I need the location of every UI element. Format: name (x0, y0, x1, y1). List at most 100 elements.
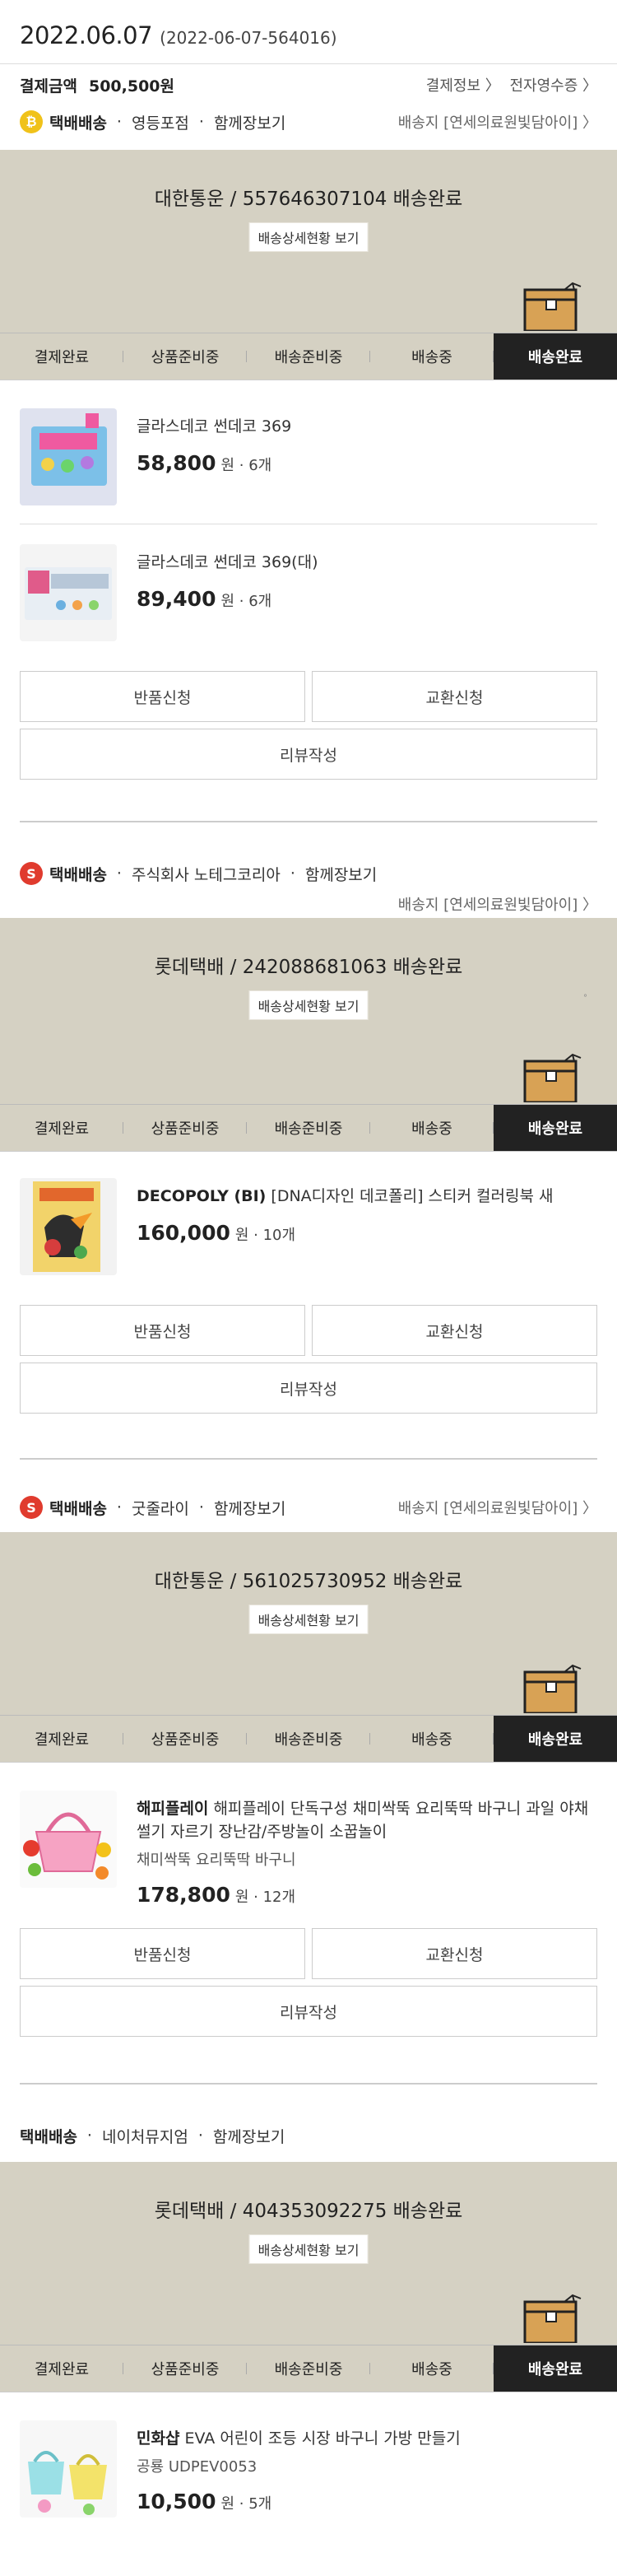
parcel-box-icon (523, 1053, 582, 1102)
step-paid: 결제완료 (0, 333, 123, 380)
product-thumbnail[interactable] (20, 544, 117, 641)
product-price: 58,800 (137, 451, 216, 475)
shipment-group: ₿ 택배배송 · 영등포점 · 함께장보기 배송지 [연세의료원빛담아이] 〉 … (0, 105, 617, 822)
order-header: 2022.06.07 (2022-06-07-564016) (0, 0, 617, 64)
product-quantity: 10개 (262, 1227, 296, 1244)
product-name[interactable]: 글라스데코 썬데코 369 (137, 415, 597, 438)
delivery-address-link[interactable]: 배송지 [연세의료원빛담아이] 〉 (398, 1497, 597, 1518)
shipping-type: 택배배송 (20, 2127, 77, 2146)
exchange-button[interactable]: 교환신청 (312, 1928, 597, 1979)
payment-row: 결제금액 500,500원 결제정보 〉 전자영수증 〉 (0, 64, 617, 105)
status-mark: ° (583, 994, 587, 1003)
product-name-row[interactable]: 민화샵 EVA 어린이 조등 시장 바구니 가방 만들기 (137, 2427, 597, 2450)
product-item[interactable]: 해피플레이 해피플레이 단독구성 채미싹뚝 요리뚝딱 바구니 과일 야채 썰기 … (0, 1791, 617, 1907)
dot-separator: · (116, 1498, 122, 1516)
step-paid: 결제완료 (0, 2345, 123, 2392)
dot-separator: · (290, 864, 295, 883)
step-in-delivery: 배송중 (370, 333, 494, 380)
parcel-box-icon (523, 2294, 582, 2343)
product-price: 89,400 (137, 587, 216, 611)
product-item[interactable]: 민화샵 EVA 어린이 조등 시장 바구니 가방 만들기 공룡 UDPEV005… (0, 2420, 617, 2518)
product-price: 178,800 (137, 1883, 230, 1907)
together-shopping-link[interactable]: 함께장보기 (214, 1497, 285, 1519)
shipping-type: 택배배송 (49, 114, 107, 133)
exchange-button[interactable]: 교환신청 (312, 671, 597, 722)
product-item[interactable]: 글라스데코 썬데코 369(대) 89,400 원 · 6개 (0, 544, 617, 641)
product-option: 공룡 UDPEV0053 (137, 2458, 257, 2476)
step-in-delivery: 배송중 (370, 1716, 494, 1762)
order-date: 2022.06.07 (20, 21, 153, 49)
product-quantity: 5개 (248, 2495, 272, 2513)
payment-info-link[interactable]: 결제정보 〉 (426, 77, 500, 95)
return-button[interactable]: 반품신청 (20, 1928, 305, 1979)
product-brand: 해피플레이 (137, 1800, 209, 1818)
product-name-row[interactable]: 해피플레이 해피플레이 단독구성 채미싹뚝 요리뚝딱 바구니 과일 야채 썰기 … (137, 1797, 597, 1843)
order-detail-page: 2022.06.07 (2022-06-07-564016) 결제금액 500,… (0, 0, 617, 2576)
shop-row: ₿ 택배배송 · 영등포점 · 함께장보기 배송지 [연세의료원빛담아이] 〉 (0, 105, 617, 138)
step-preparing-delivery: 배송준비중 (247, 2345, 370, 2392)
shop-name: 네이처뮤지엄 (101, 2127, 188, 2146)
product-thumbnail[interactable] (20, 1791, 117, 1888)
won-unit: 원 (220, 457, 235, 474)
product-item[interactable]: 글라스데코 썬데코 369 58,800 원 · 6개 (0, 408, 617, 505)
product-option: 채미싹뚝 요리뚝딱 바구니 (137, 1852, 296, 1869)
dot-separator: · (86, 2126, 92, 2145)
product-item[interactable]: DECOPOLY (BI) [DNA디자인 데코폴리] 스티커 컬러링북 새 1… (0, 1178, 617, 1275)
step-preparing-product: 상품준비중 (123, 1105, 247, 1151)
e-receipt-link[interactable]: 전자영수증 〉 (509, 77, 597, 95)
product-quantity: 12개 (262, 1889, 296, 1906)
store-badge-icon: S (20, 1496, 43, 1519)
review-button[interactable]: 리뷰작성 (20, 1363, 597, 1414)
product-thumbnail[interactable] (20, 1178, 117, 1275)
delivery-status-box: 대한통운 / 557646307104 배송완료 배송상세현황 보기 (0, 150, 617, 333)
product-name[interactable]: 글라스데코 썬데코 369(대) (137, 551, 597, 574)
dot-separator: · (116, 113, 122, 131)
step-preparing-delivery: 배송준비중 (247, 1105, 370, 1151)
product-name[interactable]: EVA 어린이 조등 시장 바구니 가방 만들기 (185, 2429, 461, 2448)
delivery-progress-steps: 결제완료 상품준비중 배송준비중 배송중 배송완료 (0, 1104, 617, 1152)
review-button[interactable]: 리뷰작성 (20, 729, 597, 780)
action-buttons: 반품신청 교환신청 리뷰작성 (0, 671, 617, 780)
product-name-row[interactable]: DECOPOLY (BI) [DNA디자인 데코폴리] 스티커 컬러링북 새 (137, 1185, 597, 1208)
shop-name: 영등포점 (131, 114, 189, 133)
pay-label: 결제금액 (20, 77, 77, 95)
return-button[interactable]: 반품신청 (20, 671, 305, 722)
product-thumbnail[interactable] (20, 2420, 117, 2518)
delivery-progress-steps: 결제완료 상품준비중 배송준비중 배송중 배송완료 (0, 333, 617, 380)
delivery-status-text: 대한통운 / 561025730952 배송완료 (154, 1571, 463, 1592)
shipment-group: S 택배배송 · 주식회사 노테그코리아 · 함께장보기 배송지 [연세의료원빛… (0, 822, 617, 1460)
step-paid: 결제완료 (0, 1716, 123, 1762)
delivery-detail-button[interactable]: 배송상세현황 보기 (248, 1605, 369, 1634)
delivery-status-text: 대한통운 / 557646307104 배송완료 (154, 189, 463, 210)
product-price: 160,000 (137, 1221, 230, 1245)
together-shopping-link[interactable]: 함께장보기 (213, 2125, 285, 2147)
won-unit: 원 (220, 2495, 235, 2513)
step-preparing-delivery: 배송준비중 (247, 1716, 370, 1762)
shop-name: 주식회사 노테그코리아 (131, 865, 281, 884)
delivery-address-link[interactable]: 배송지 [연세의료원빛담아이] 〉 (398, 111, 597, 133)
exchange-button[interactable]: 교환신청 (312, 1305, 597, 1356)
delivery-detail-button[interactable]: 배송상세현황 보기 (248, 2234, 369, 2264)
product-quantity: 6개 (248, 593, 272, 610)
delivery-status-text: 롯데택배 / 242088681063 배송완료 (154, 957, 463, 978)
delivery-status-box: 롯데택배 / 242088681063 배송완료 배송상세현황 보기 ° (0, 918, 617, 1104)
delivery-progress-steps: 결제완료 상품준비중 배송준비중 배송중 배송완료 (0, 2345, 617, 2392)
delivery-detail-button[interactable]: 배송상세현황 보기 (248, 222, 369, 252)
dot-separator: · (116, 864, 122, 883)
step-paid: 결제완료 (0, 1105, 123, 1151)
delivery-status-box: 대한통운 / 561025730952 배송완료 배송상세현황 보기 (0, 1532, 617, 1715)
together-shopping-link[interactable]: 함께장보기 (305, 863, 377, 885)
pay-amount: 500,500원 (88, 77, 174, 95)
product-brand: 민화샵 (137, 2429, 180, 2448)
store-badge-icon: ₿ (20, 110, 43, 133)
product-thumbnail[interactable] (20, 408, 117, 505)
return-button[interactable]: 반품신청 (20, 1305, 305, 1356)
product-name[interactable]: [DNA디자인 데코폴리] 스티커 컬러링북 새 (271, 1187, 553, 1205)
delivery-detail-button[interactable]: 배송상세현황 보기 (248, 990, 369, 1020)
review-button[interactable]: 리뷰작성 (20, 1986, 597, 2037)
product-brand: DECOPOLY (BI) (137, 1187, 267, 1205)
step-preparing-delivery: 배송준비중 (247, 333, 370, 380)
delivery-status-text: 롯데택배 / 404353092275 배송완료 (154, 2201, 463, 2222)
delivery-address-link[interactable]: 배송지 [연세의료원빛담아이] 〉 (398, 893, 597, 915)
together-shopping-link[interactable]: 함께장보기 (214, 111, 285, 133)
